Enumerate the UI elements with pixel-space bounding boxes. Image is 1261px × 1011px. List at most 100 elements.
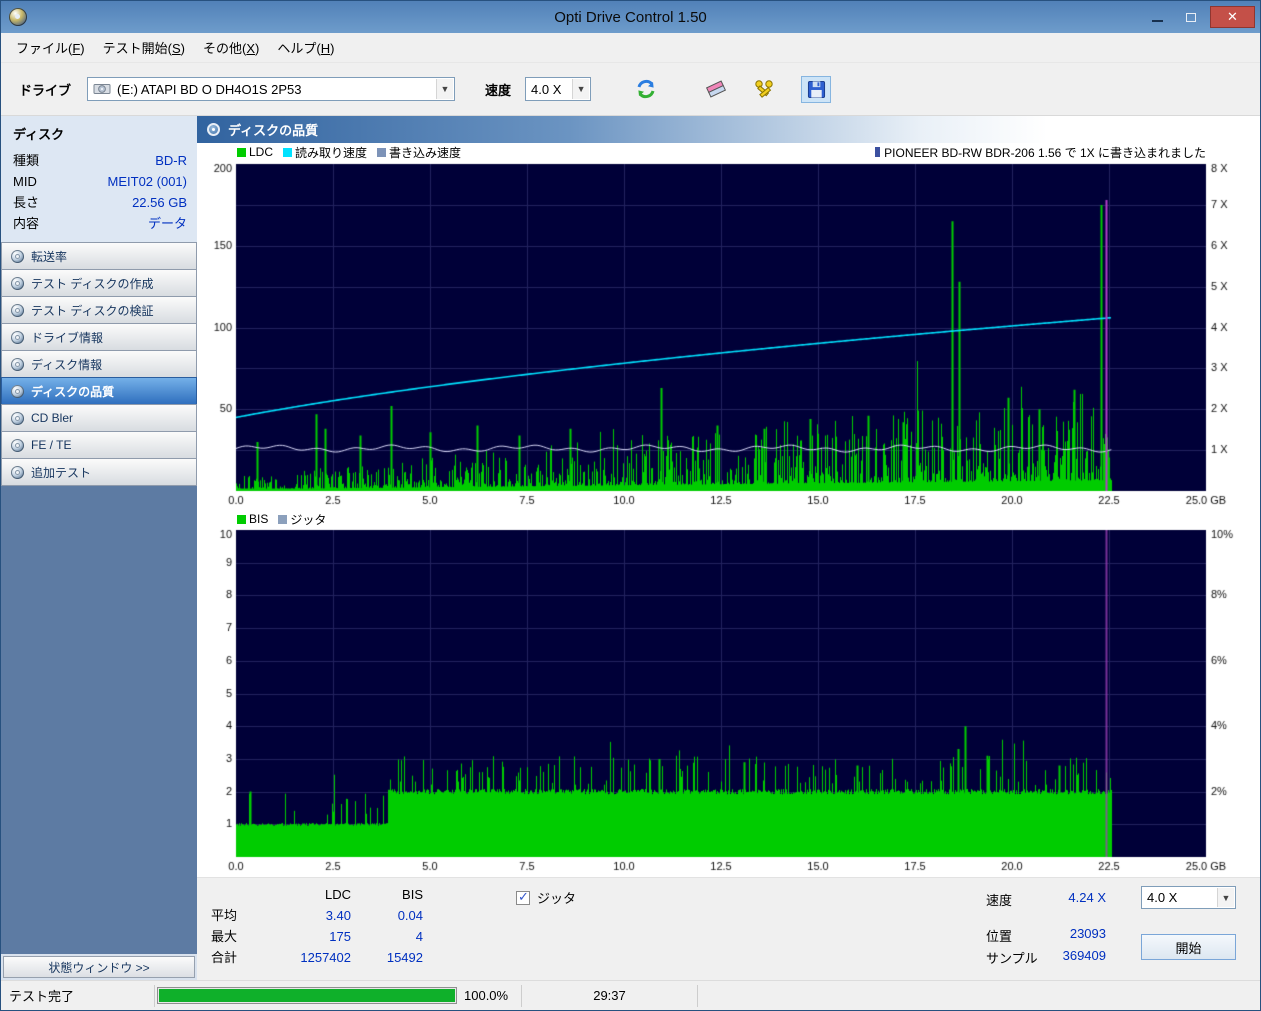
jitter-checkbox[interactable] <box>516 891 530 905</box>
minimize-button[interactable] <box>1142 6 1172 28</box>
disc-icon <box>11 304 24 317</box>
test-speed-select[interactable]: 4.0 X ▼ <box>1141 886 1236 909</box>
sidebar-item-cd-bler[interactable]: CD Bler <box>1 404 197 432</box>
col-header-ldc: LDC <box>273 884 351 905</box>
sidebar-item-disc-info[interactable]: ディスク情報 <box>1 350 197 378</box>
erase-disc-button[interactable] <box>701 76 731 103</box>
panel-title: ディスクの品質 <box>228 120 318 139</box>
sidebar-item-drive-info[interactable]: ドライブ情報 <box>1 323 197 351</box>
write-speed-legend-swatch <box>377 148 386 157</box>
results-panel: LDC BIS 平均 3.40 0.04 最大 175 4 合計 1257402… <box>197 877 1260 980</box>
bis-total: 15492 <box>351 947 423 968</box>
statusbar: テスト完了 100.0% 29:37 <box>1 980 1260 1010</box>
bis-legend-swatch <box>237 515 246 524</box>
drive-select[interactable]: (E:) ATAPI BD O DH4O1S 2P53 ▼ <box>87 77 455 101</box>
ldc-total: 1257402 <box>273 947 351 968</box>
disc-icon <box>11 412 24 425</box>
window-title: Opti Drive Control 1.50 <box>1 9 1260 26</box>
disc-field-type: 種類BD-R <box>13 150 187 171</box>
chevron-down-icon[interactable]: ▼ <box>1217 888 1234 907</box>
sidebar-item-verify-test-disc[interactable]: テスト ディスクの検証 <box>1 296 197 324</box>
ldc-legend-swatch <box>237 148 246 157</box>
toolbar: ドライブ (E:) ATAPI BD O DH4O1S 2P53 ▼ 速度 4.… <box>1 63 1260 116</box>
sample-value: 369409 <box>1027 948 1106 963</box>
menu-other[interactable]: その他(X) <box>194 33 268 62</box>
titlebar: Opti Drive Control 1.50 ✕ <box>1 1 1260 33</box>
sidebar-empty-area <box>1 486 197 954</box>
speed-select-value: 4.0 X <box>531 82 561 97</box>
read-speed-legend-swatch <box>283 148 292 157</box>
app-window: Opti Drive Control 1.50 ✕ ファイル(F) テスト開始(… <box>0 0 1261 1011</box>
ldc-average: 3.40 <box>273 905 351 926</box>
bis-average: 0.04 <box>351 905 423 926</box>
disc-field-length: 長さ22.56 GB <box>13 192 187 213</box>
menu-help[interactable]: ヘルプ(H) <box>268 33 343 62</box>
save-floppy-icon <box>807 80 826 99</box>
disc-icon <box>11 250 24 263</box>
eraser-icon <box>705 78 727 100</box>
save-button[interactable] <box>801 76 831 103</box>
disc-icon <box>11 358 24 371</box>
sidebar-item-create-test-disc[interactable]: テスト ディスクの作成 <box>1 269 197 297</box>
row-label-total: 合計 <box>211 947 273 968</box>
bis-max: 4 <box>351 926 423 947</box>
results-table: LDC BIS 平均 3.40 0.04 最大 175 4 合計 1257402… <box>211 884 423 968</box>
drive-icon <box>93 82 111 96</box>
current-speed-value: 4.24 X <box>1027 890 1106 905</box>
current-speed-label: 速度 <box>986 890 1012 909</box>
menu-file[interactable]: ファイル(F) <box>7 33 94 62</box>
sidebar-item-transfer-rate[interactable]: 転送率 <box>1 242 197 270</box>
start-button[interactable]: 開始 <box>1141 934 1236 960</box>
sidebar-item-disc-quality[interactable]: ディスクの品質 <box>1 377 197 405</box>
disc-info-panel: ディスク 種類BD-R MIDMEIT02 (001) 長さ22.56 GB 内… <box>1 116 197 243</box>
position-label: 位置 <box>986 926 1012 945</box>
jitter-checkbox-row: ジッタ <box>516 888 576 907</box>
row-label-average: 平均 <box>211 905 273 926</box>
close-button[interactable]: ✕ <box>1210 6 1255 28</box>
disc-icon <box>11 439 24 452</box>
sidebar: ディスク 種類BD-R MIDMEIT02 (001) 長さ22.56 GB 内… <box>1 116 197 980</box>
speed-label: 速度 <box>485 80 511 99</box>
position-value: 23093 <box>1027 926 1106 941</box>
chevron-down-icon[interactable]: ▼ <box>436 79 453 99</box>
quality-chart-canvas <box>197 161 1260 511</box>
progress-percent: 100.0% <box>464 988 508 1003</box>
test-speed-value: 4.0 X <box>1147 890 1177 905</box>
status-text: テスト完了 <box>1 986 154 1005</box>
menu-start-test[interactable]: テスト開始(S) <box>94 33 194 62</box>
chevron-down-icon[interactable]: ▼ <box>572 79 589 99</box>
disc-icon <box>11 385 24 398</box>
refresh-drives-button[interactable] <box>631 76 661 103</box>
col-header-bis: BIS <box>351 884 423 905</box>
sidebar-item-extra-tests[interactable]: 追加テスト <box>1 458 197 486</box>
write-strategy-button[interactable] <box>749 76 779 103</box>
burn-info-note: PIONEER BD-RW BDR-206 1.56 で 1X に書き込まれまし… <box>875 144 1206 161</box>
disc-icon <box>11 331 24 344</box>
app-icon <box>9 8 27 26</box>
disc-panel-title: ディスク <box>13 124 187 143</box>
chart2-legend: BIS ジッタ <box>197 511 1260 527</box>
status-window-button[interactable]: 状態ウィンドウ >> <box>3 956 195 978</box>
progress-bar <box>157 987 457 1004</box>
sidebar-item-fe-te[interactable]: FE / TE <box>1 431 197 459</box>
progress-bar-fill <box>159 989 455 1002</box>
drive-select-value: (E:) ATAPI BD O DH4O1S 2P53 <box>117 82 301 97</box>
refresh-icon <box>635 78 657 100</box>
disc-icon <box>11 277 24 290</box>
disc-icon <box>11 466 24 479</box>
speed-select[interactable]: 4.0 X ▼ <box>525 77 591 101</box>
content-area: ディスクの品質 LDC 読み取り速度 書き込み速度 PIONEER BD-RW … <box>197 116 1260 980</box>
maximize-button[interactable] <box>1176 6 1206 28</box>
drive-note-icon <box>875 147 880 157</box>
ldc-max: 175 <box>273 926 351 947</box>
chart1-legend: LDC 読み取り速度 書き込み速度 PIONEER BD-RW BDR-206 … <box>197 143 1260 161</box>
row-label-max: 最大 <box>211 926 273 947</box>
disc-field-content: 内容データ <box>13 213 187 234</box>
jitter-legend-swatch <box>278 515 287 524</box>
disc-quality-icon <box>207 123 220 136</box>
drive-label: ドライブ <box>19 80 71 99</box>
jitter-checkbox-label: ジッタ <box>537 888 576 907</box>
menubar: ファイル(F) テスト開始(S) その他(X) ヘルプ(H) <box>1 33 1260 63</box>
panel-header: ディスクの品質 <box>197 116 1260 143</box>
disc-field-mid: MIDMEIT02 (001) <box>13 171 187 192</box>
